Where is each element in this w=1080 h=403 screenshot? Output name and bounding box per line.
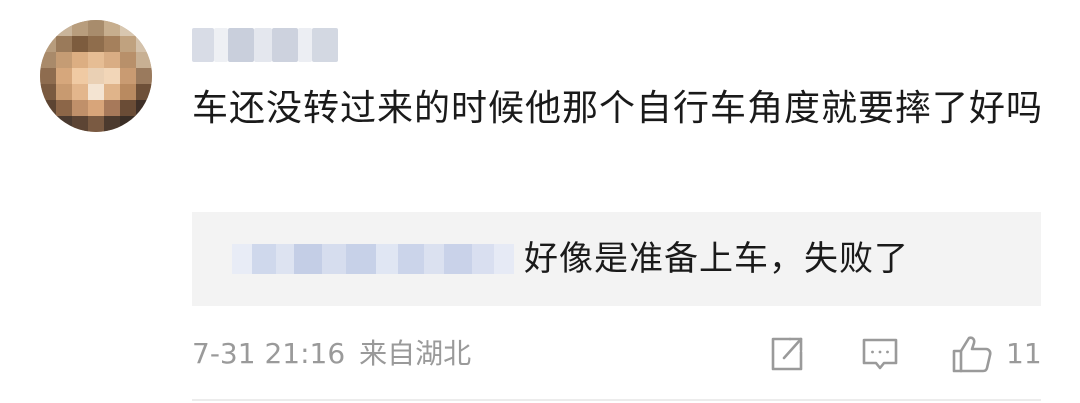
reply-text: 好像是准备上车，失败了 bbox=[524, 239, 909, 279]
avatar[interactable] bbox=[40, 20, 152, 132]
bottom-divider bbox=[192, 399, 1041, 401]
username-blurred[interactable] bbox=[192, 28, 344, 62]
like-button[interactable]: 11 bbox=[950, 330, 1042, 378]
share-icon bbox=[766, 334, 806, 374]
comment-button[interactable] bbox=[860, 330, 900, 378]
comment-actions: 11 bbox=[0, 330, 1080, 378]
thumbs-up-icon bbox=[950, 332, 994, 376]
reply-author-blurred[interactable] bbox=[232, 242, 514, 278]
like-count: 11 bbox=[1006, 337, 1042, 370]
comment-icon bbox=[860, 334, 900, 374]
comment-text: 车还没转过来的时候他那个自行车角度就要摔了好吗 bbox=[192, 88, 1044, 129]
reply-preview[interactable]: 好像是准备上车，失败了 bbox=[192, 212, 1041, 306]
share-button[interactable] bbox=[766, 330, 806, 378]
